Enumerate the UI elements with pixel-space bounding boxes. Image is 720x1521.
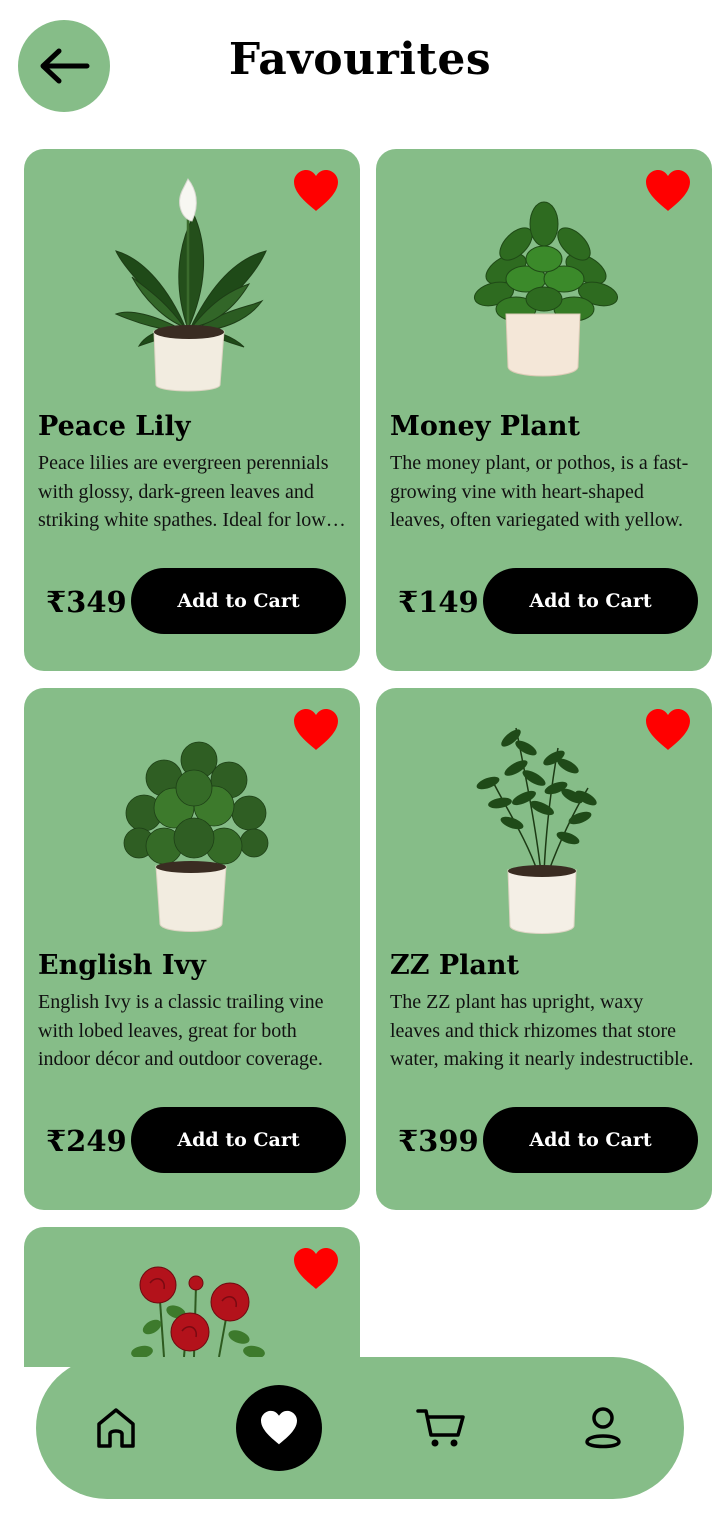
bottom-nav xyxy=(36,1357,684,1499)
product-name: Money Plant xyxy=(390,411,580,442)
product-description: English Ivy is a classic trailing vine w… xyxy=(38,991,324,1070)
product-card[interactable]: Money Plant The money plant, or pothos, … xyxy=(376,149,712,671)
product-price: ₹349 xyxy=(46,585,127,619)
product-name: English Ivy xyxy=(38,950,206,981)
add-to-cart-button[interactable]: Add to Cart xyxy=(131,568,346,634)
product-description: Peace lilies are evergreen perennials wi… xyxy=(38,452,329,531)
nav-home[interactable] xyxy=(71,1357,161,1499)
heart-icon[interactable] xyxy=(644,169,692,213)
home-icon xyxy=(97,1408,135,1448)
add-to-cart-button[interactable]: Add to Cart xyxy=(483,568,698,634)
profile-icon xyxy=(585,1407,621,1449)
product-card[interactable]: Peace Lily Peace lilies are evergreen pe… xyxy=(24,149,360,671)
product-description: The money plant, or pothos, is a fast-gr… xyxy=(390,452,689,531)
product-name: ZZ Plant xyxy=(390,950,519,981)
nav-favourites[interactable] xyxy=(236,1385,322,1471)
product-card[interactable] xyxy=(24,1227,360,1367)
nav-cart[interactable] xyxy=(396,1357,486,1499)
cart-icon xyxy=(416,1409,465,1447)
add-to-cart-button[interactable]: Add to Cart xyxy=(483,1107,698,1173)
product-card[interactable]: ZZ Plant The ZZ plant has upright, waxy … xyxy=(376,688,712,1210)
heart-icon xyxy=(261,1410,297,1445)
heart-icon[interactable] xyxy=(292,708,340,752)
page-title: Favourites xyxy=(228,34,492,85)
product-description: The ZZ plant has upright, waxy leaves an… xyxy=(390,991,694,1070)
product-price: ₹249 xyxy=(46,1124,127,1158)
product-price: ₹399 xyxy=(398,1124,479,1158)
product-card[interactable]: English Ivy English Ivy is a classic tra… xyxy=(24,688,360,1210)
add-to-cart-button[interactable]: Add to Cart xyxy=(131,1107,346,1173)
nav-profile[interactable] xyxy=(558,1357,648,1499)
product-price: ₹149 xyxy=(398,585,479,619)
heart-icon[interactable] xyxy=(292,169,340,213)
heart-icon[interactable] xyxy=(292,1247,340,1291)
product-name: Peace Lily xyxy=(38,411,191,442)
heart-icon[interactable] xyxy=(644,708,692,752)
